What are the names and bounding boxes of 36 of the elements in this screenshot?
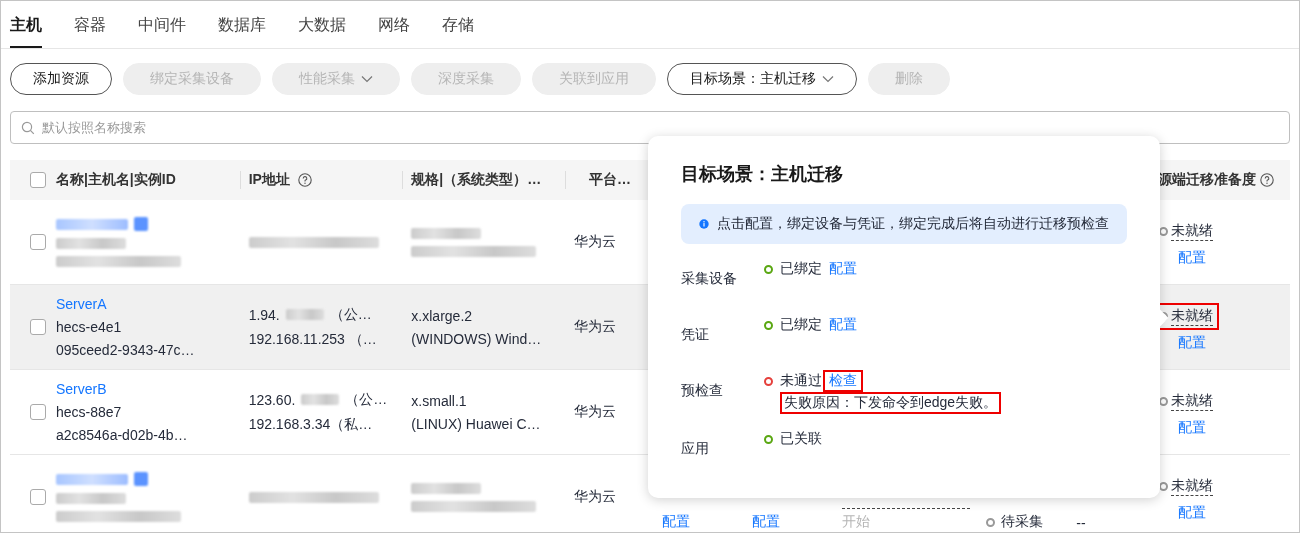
hostname-text: hecs-e4e1 — [55, 319, 123, 335]
status-text: 待采集 — [1001, 513, 1044, 531]
status-text: 已绑定 — [780, 316, 822, 334]
info-text: 点击配置，绑定设备与凭证，绑定完成后将自动进行迁移预检查 — [717, 215, 1109, 233]
field-label: 预检查 — [681, 381, 724, 400]
status-text: 已关联 — [780, 430, 822, 448]
platform-text: 华为云 — [574, 318, 618, 336]
instance-id-text: 095ceed2-9343-47c… — [55, 342, 196, 358]
field-label: 采集设备 — [681, 269, 738, 288]
ip-address-text: 192.168.3.34（私… — [248, 415, 373, 434]
column-header: 名称|主机名|实例ID — [55, 171, 176, 189]
status-text: 已绑定 — [780, 260, 822, 278]
flavor-text: x.xlarge.2 — [411, 307, 474, 324]
platform-text: 华为云 — [574, 403, 618, 421]
column-header: 规格|（系统类型）… — [411, 171, 542, 189]
instance-id-text: a2c8546a-d02b-4b… — [55, 427, 189, 443]
column-header: IP地址 — [248, 171, 290, 189]
ip-address-text: 192.168.11.253 （… — [248, 330, 377, 349]
popover-title: 目标场景：主机迁移 — [681, 163, 844, 186]
empty-value-text: -- — [1076, 515, 1087, 531]
flavor-text: x.small.1 — [411, 392, 468, 409]
field-label: 应用 — [681, 439, 710, 458]
system-type-text: (LINUX) Huawei C… — [411, 415, 542, 432]
field-label: 凭证 — [681, 325, 710, 344]
ip-type-text: （公… — [329, 305, 372, 324]
system-type-text: (WINDOWS) Wind… — [411, 330, 543, 347]
platform-text: 华为云 — [574, 488, 618, 506]
ip-address-text: 1.94. — [248, 306, 280, 323]
column-header: 平台… — [589, 171, 632, 189]
status-text: 未通过 — [780, 372, 822, 390]
ip-address-text: 123.60. — [248, 391, 296, 408]
hostname-text: hecs-88e7 — [55, 404, 123, 420]
failure-reason-text: 失败原因：下发命令到edge失败。 — [780, 392, 1002, 414]
start-text: 开始 — [841, 508, 971, 531]
ip-type-text: （公… — [345, 390, 388, 409]
platform-text: 华为云 — [574, 233, 618, 251]
